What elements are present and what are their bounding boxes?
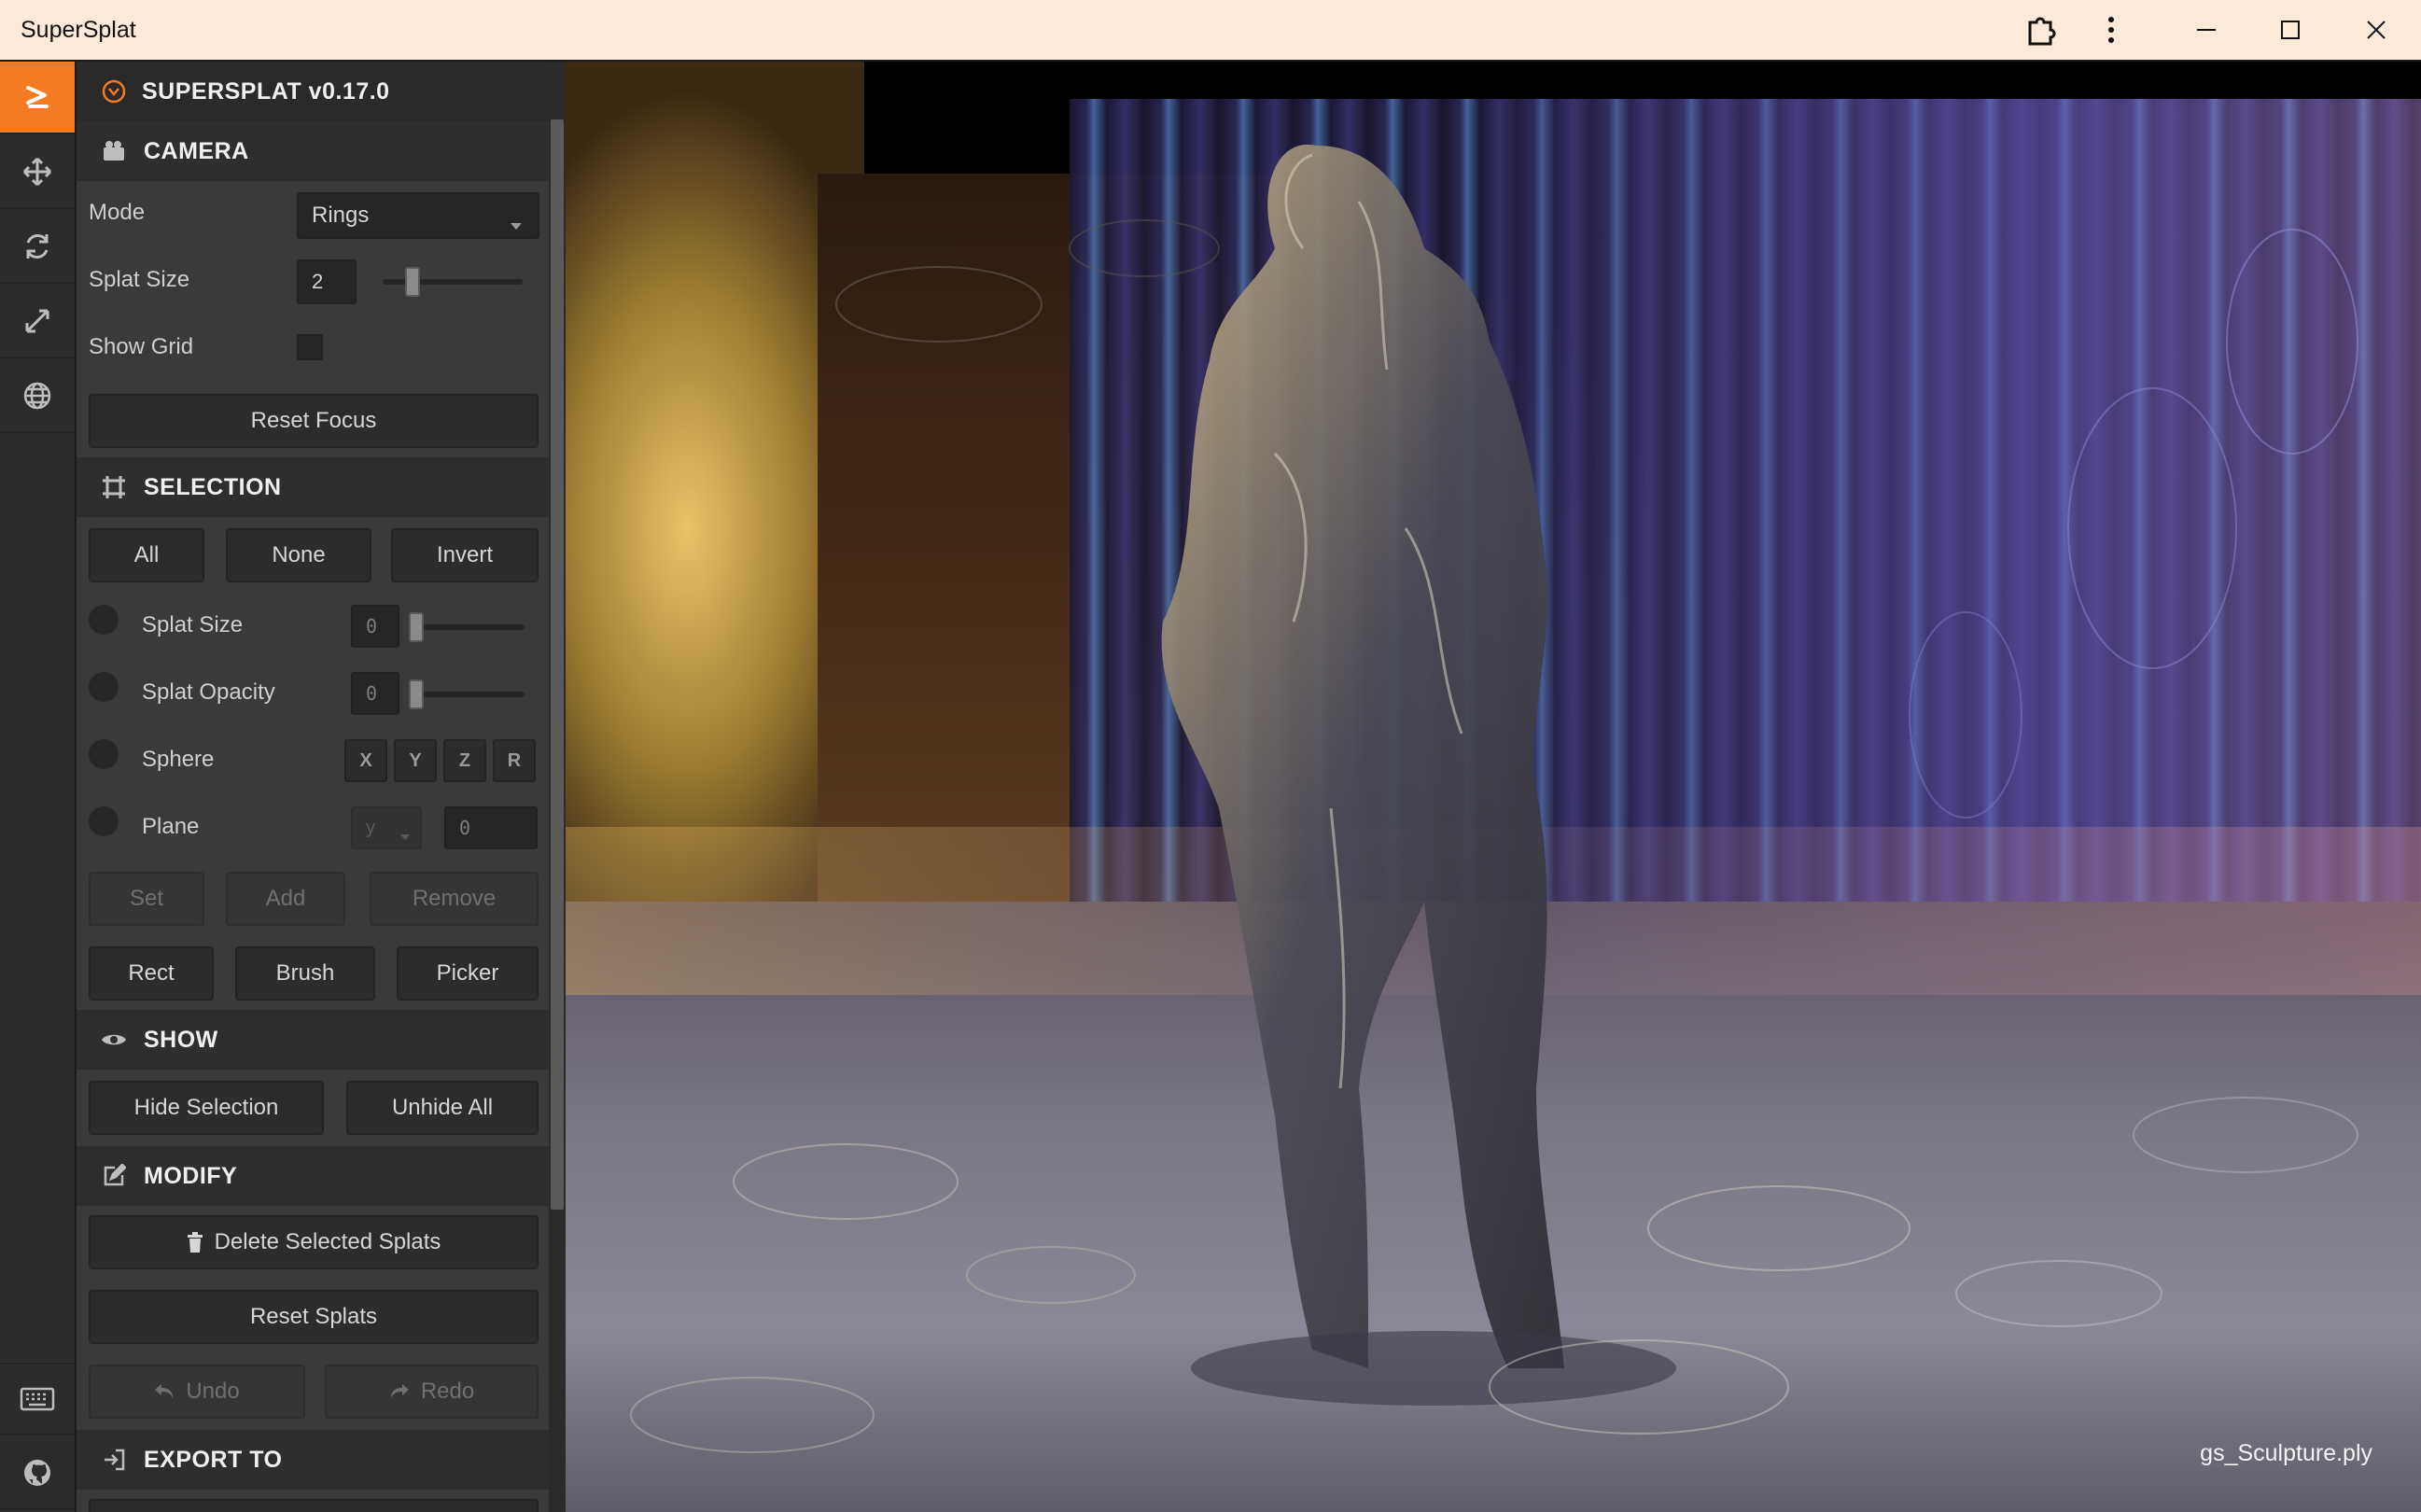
- eye-icon: [95, 1031, 133, 1048]
- mode-select-value: Rings: [312, 203, 370, 228]
- rect-select-button[interactable]: Rect: [89, 946, 214, 1001]
- trash-icon: [187, 1232, 203, 1253]
- panel-app-header[interactable]: SUPERSPLAT v0.17.0: [77, 62, 549, 121]
- splat-opacity-slider-handle[interactable]: [409, 679, 424, 709]
- selection-splat-size-value: 0: [366, 615, 378, 637]
- github-icon[interactable]: [0, 1437, 75, 1510]
- picker-select-button[interactable]: Picker: [397, 946, 539, 1001]
- redo-icon: [389, 1383, 410, 1400]
- select-all-button[interactable]: All: [89, 528, 204, 582]
- reset-focus-button[interactable]: Reset Focus: [89, 394, 539, 448]
- show-grid-label: Show Grid: [89, 334, 194, 359]
- splat-size-radio[interactable]: [89, 605, 119, 635]
- sphere-label: Sphere: [142, 747, 215, 772]
- tool-sidebar: [0, 62, 77, 1512]
- sphere-x-button[interactable]: X: [344, 739, 387, 782]
- control-panel: SUPERSPLAT v0.17.0 CAMERA Mode Rings Spl…: [77, 62, 549, 1512]
- sphere-y-button[interactable]: Y: [394, 739, 437, 782]
- selection-section-header[interactable]: SELECTION: [77, 457, 549, 517]
- panel-scrollbar-thumb[interactable]: [551, 119, 564, 1210]
- mode-label: Mode: [89, 200, 146, 225]
- modify-section-title: MODIFY: [144, 1162, 238, 1189]
- plane-axis-select[interactable]: y: [351, 806, 422, 849]
- sphere-r-button[interactable]: R: [493, 739, 536, 782]
- splat-size-slider[interactable]: [383, 279, 523, 285]
- show-grid-checkbox[interactable]: [297, 334, 323, 360]
- redo-button[interactable]: Redo: [325, 1365, 539, 1419]
- sphere-radio[interactable]: [89, 739, 119, 769]
- add-button[interactable]: Add: [226, 872, 345, 926]
- globe-icon[interactable]: [0, 360, 75, 433]
- undo-button[interactable]: Undo: [89, 1365, 305, 1419]
- delete-selected-splats-button[interactable]: Delete Selected Splats: [89, 1215, 539, 1269]
- plane-label: Plane: [142, 814, 200, 839]
- selection-icon: [95, 475, 133, 499]
- edit-icon: [95, 1164, 133, 1188]
- logo-icon[interactable]: [0, 62, 75, 134]
- 3d-viewport[interactable]: gs_Sculpture.ply: [566, 62, 2421, 1512]
- set-button[interactable]: Set: [89, 872, 204, 926]
- selection-splat-size-slider[interactable]: [413, 624, 525, 630]
- export-icon: [95, 1449, 133, 1471]
- reset-splats-button[interactable]: Reset Splats: [89, 1290, 539, 1344]
- app-version-title: SUPERSPLAT v0.17.0: [142, 77, 390, 105]
- sphere-z-button[interactable]: Z: [443, 739, 486, 782]
- undo-label: Undo: [186, 1379, 240, 1404]
- unhide-all-button[interactable]: Unhide All: [346, 1081, 539, 1135]
- export-section-header[interactable]: EXPORT TO: [77, 1430, 549, 1490]
- show-section-header[interactable]: SHOW: [77, 1010, 549, 1070]
- maximize-icon[interactable]: [2253, 0, 2328, 60]
- plane-value: 0: [459, 817, 471, 839]
- splat-opacity-label: Splat Opacity: [142, 679, 275, 705]
- splat-size-slider-handle[interactable]: [405, 267, 420, 297]
- redo-label: Redo: [420, 1379, 475, 1404]
- rotate-icon[interactable]: [0, 211, 75, 284]
- splat-size-value: 2: [312, 270, 324, 293]
- splat-opacity-value: 0: [366, 682, 378, 705]
- extension-icon[interactable]: [2003, 0, 2078, 60]
- hide-selection-button[interactable]: Hide Selection: [89, 1081, 324, 1135]
- title-bar: SuperSplat: [0, 0, 2421, 62]
- scale-icon[interactable]: [0, 286, 75, 358]
- sculpture-splat-render: [630, 144, 2358, 1453]
- export-section-title: EXPORT TO: [144, 1446, 283, 1473]
- remove-button[interactable]: Remove: [370, 872, 539, 926]
- brush-select-button[interactable]: Brush: [235, 946, 375, 1001]
- window-title: SuperSplat: [21, 17, 136, 43]
- splat-opacity-input[interactable]: 0: [351, 672, 399, 715]
- minimize-icon[interactable]: [2169, 0, 2244, 60]
- more-options-icon[interactable]: [2074, 0, 2148, 60]
- close-icon[interactable]: [2339, 0, 2414, 60]
- plane-value-input[interactable]: 0: [444, 806, 538, 849]
- splat-opacity-slider[interactable]: [413, 692, 525, 697]
- show-section-title: SHOW: [144, 1026, 218, 1053]
- move-icon[interactable]: [0, 136, 75, 209]
- plane-axis-value: y: [366, 817, 375, 838]
- chevron-down-icon: [510, 213, 523, 237]
- export-option-button[interactable]: [89, 1499, 539, 1512]
- splat-size-input[interactable]: 2: [297, 259, 357, 304]
- camera-icon: [95, 140, 133, 162]
- mode-select[interactable]: Rings: [297, 192, 539, 239]
- keyboard-icon[interactable]: [0, 1363, 75, 1435]
- selection-section-title: SELECTION: [144, 473, 282, 500]
- undo-icon: [154, 1383, 175, 1400]
- camera-section-header[interactable]: CAMERA: [77, 121, 549, 181]
- selection-splat-size-slider-handle[interactable]: [409, 612, 424, 642]
- selection-splat-size-input[interactable]: 0: [351, 605, 399, 648]
- select-none-button[interactable]: None: [226, 528, 371, 582]
- splat-opacity-radio[interactable]: [89, 672, 119, 702]
- invert-selection-button[interactable]: Invert: [391, 528, 539, 582]
- loaded-file-name: gs_Sculpture.ply: [2200, 1440, 2372, 1466]
- splat-size-label: Splat Size: [89, 267, 190, 292]
- camera-section-title: CAMERA: [144, 137, 249, 164]
- selection-splat-size-label: Splat Size: [142, 612, 244, 637]
- delete-selected-splats-label: Delete Selected Splats: [214, 1229, 441, 1254]
- chevron-down-icon: [399, 825, 411, 847]
- chevron-down-icon[interactable]: [95, 78, 133, 105]
- plane-radio[interactable]: [89, 806, 119, 836]
- modify-section-header[interactable]: MODIFY: [77, 1146, 549, 1206]
